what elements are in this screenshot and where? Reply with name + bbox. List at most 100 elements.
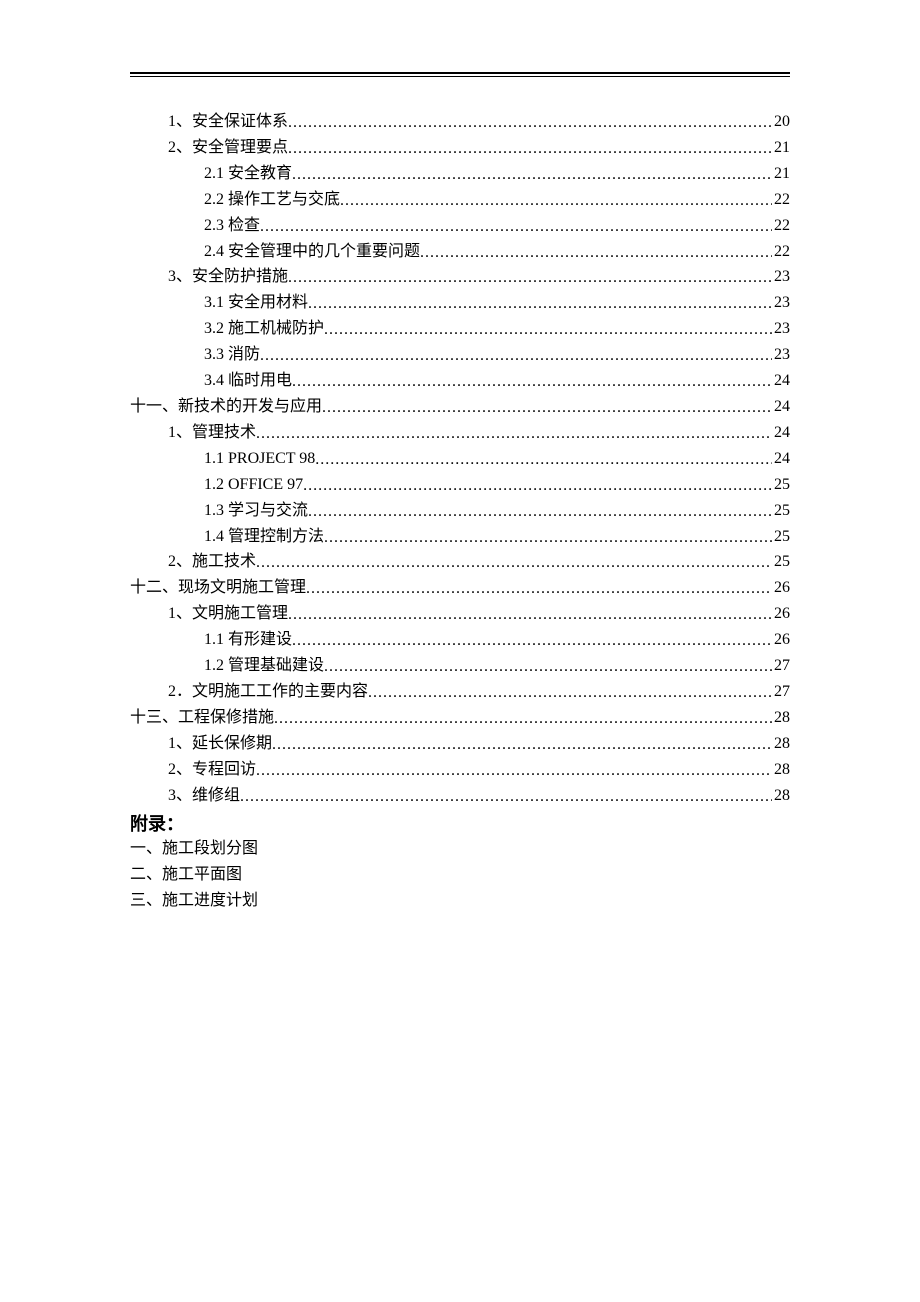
toc-entry-title: 十三、工程保修措施 xyxy=(130,705,274,731)
toc-entry-page: 26 xyxy=(772,575,790,601)
toc-entry-title: 1、安全保证体系 xyxy=(168,109,288,135)
toc-entry-title: 1.2 管理基础建设 xyxy=(204,653,324,679)
toc-entry: 1.2 管理基础建设 27 xyxy=(130,653,790,679)
toc-entry: 1、安全保证体系 20 xyxy=(130,109,790,135)
toc-leader-dots xyxy=(420,240,772,265)
toc-entry-page: 23 xyxy=(772,342,790,368)
toc-leader-dots xyxy=(306,576,772,601)
toc-entry-page: 26 xyxy=(772,627,790,653)
toc-leader-dots xyxy=(256,421,772,446)
toc-leader-dots xyxy=(256,550,772,575)
toc-entry: 3.4 临时用电 24 xyxy=(130,368,790,394)
toc-entry-title: 2．文明施工工作的主要内容 xyxy=(168,679,368,705)
toc-leader-dots xyxy=(340,188,772,213)
toc-leader-dots xyxy=(292,369,772,394)
toc-entry: 1.2 OFFICE 97 25 xyxy=(130,472,790,498)
toc-entry-title: 1、管理技术 xyxy=(168,420,256,446)
appendix-list: 一、施工段划分图二、施工平面图三、施工进度计划 xyxy=(130,836,790,913)
toc-entry-page: 25 xyxy=(772,472,790,498)
toc-entry-page: 21 xyxy=(772,161,790,187)
toc-entry-page: 23 xyxy=(772,264,790,290)
toc-entry: 1、管理技术 24 xyxy=(130,420,790,446)
toc-entry: 2、专程回访28 xyxy=(130,757,790,783)
toc-entry-page: 28 xyxy=(772,757,790,783)
toc-entry: 2.1 安全教育 21 xyxy=(130,161,790,187)
toc-entry: 2、施工技术25 xyxy=(130,549,790,575)
toc-entry: 1.3 学习与交流25 xyxy=(130,498,790,524)
toc-entry-title: 十一、新技术的开发与应用 xyxy=(130,394,322,420)
toc-entry: 3.3 消防 23 xyxy=(130,342,790,368)
appendix-item: 三、施工进度计划 xyxy=(130,888,790,914)
toc-entry-page: 22 xyxy=(772,187,790,213)
toc-leader-dots xyxy=(324,654,772,679)
toc-entry-page: 20 xyxy=(772,109,790,135)
toc-entry: 3.1 安全用材料 23 xyxy=(130,290,790,316)
toc-leader-dots xyxy=(240,784,772,809)
toc-entry-title: 1.2 OFFICE 97 xyxy=(204,472,303,498)
toc-entry: 十一、新技术的开发与应用 24 xyxy=(130,394,790,420)
toc-entry-page: 28 xyxy=(772,731,790,757)
toc-entry-title: 1、文明施工管理 xyxy=(168,601,288,627)
toc-entry: 2.2 操作工艺与交底 22 xyxy=(130,187,790,213)
toc-entry-page: 21 xyxy=(772,135,790,161)
toc-entry-page: 24 xyxy=(772,394,790,420)
toc-leader-dots xyxy=(260,343,772,368)
toc-entry: 1.1 PROJECT 98 24 xyxy=(130,446,790,472)
toc-entry: 2．文明施工工作的主要内容 27 xyxy=(130,679,790,705)
toc-leader-dots xyxy=(272,732,772,757)
toc-entry-title: 2、施工技术 xyxy=(168,549,256,575)
toc-entry-title: 3.4 临时用电 xyxy=(204,368,292,394)
toc-entry: 十二、现场文明施工管理 26 xyxy=(130,575,790,601)
toc-leader-dots xyxy=(308,499,772,524)
toc-entry: 1.1 有形建设 26 xyxy=(130,627,790,653)
toc-entry: 3、维修组28 xyxy=(130,783,790,809)
toc-entry-title: 2.3 检查 xyxy=(204,213,260,239)
toc-entry-page: 26 xyxy=(772,601,790,627)
toc-entry-page: 25 xyxy=(772,498,790,524)
appendix-heading: 附录： xyxy=(130,810,790,836)
toc-entry-page: 27 xyxy=(772,653,790,679)
toc-entry: 2.3 检查 22 xyxy=(130,213,790,239)
toc-entry-page: 27 xyxy=(772,679,790,705)
toc-leader-dots xyxy=(322,395,772,420)
toc-entry-title: 3.3 消防 xyxy=(204,342,260,368)
toc-leader-dots xyxy=(368,680,772,705)
toc-entry-title: 3、安全防护措施 xyxy=(168,264,288,290)
toc-entry-title: 2.1 安全教育 xyxy=(204,161,292,187)
toc-entry-page: 24 xyxy=(772,446,790,472)
toc-entry-page: 24 xyxy=(772,420,790,446)
toc-entry-title: 2.4 安全管理中的几个重要问题 xyxy=(204,239,420,265)
toc-leader-dots xyxy=(256,758,772,783)
toc-entry-title: 2.2 操作工艺与交底 xyxy=(204,187,340,213)
toc-entry-page: 22 xyxy=(772,213,790,239)
toc-leader-dots xyxy=(303,473,772,498)
toc-entry-title: 1、延长保修期 xyxy=(168,731,272,757)
toc-entry: 3.2 施工机械防护 23 xyxy=(130,316,790,342)
toc-entry-page: 23 xyxy=(772,316,790,342)
toc-entry: 1、文明施工管理 26 xyxy=(130,601,790,627)
appendix-item: 一、施工段划分图 xyxy=(130,836,790,862)
toc-leader-dots xyxy=(324,525,772,550)
toc-leader-dots xyxy=(288,110,772,135)
toc-entry-page: 28 xyxy=(772,783,790,809)
toc-leader-dots xyxy=(292,162,772,187)
toc-entry-page: 23 xyxy=(772,290,790,316)
toc-entry-title: 3.2 施工机械防护 xyxy=(204,316,324,342)
toc-entry-title: 十二、现场文明施工管理 xyxy=(130,575,306,601)
toc-entry-title: 1.1 PROJECT 98 xyxy=(204,446,315,472)
toc-leader-dots xyxy=(308,291,772,316)
table-of-contents: 1、安全保证体系202、安全管理要点212.1 安全教育212.2 操作工艺与交… xyxy=(130,109,790,808)
toc-entry-page: 24 xyxy=(772,368,790,394)
toc-leader-dots xyxy=(274,706,772,731)
toc-entry: 2.4 安全管理中的几个重要问题22 xyxy=(130,239,790,265)
toc-leader-dots xyxy=(288,602,772,627)
appendix-item: 二、施工平面图 xyxy=(130,862,790,888)
toc-entry: 1.4 管理控制方法25 xyxy=(130,524,790,550)
toc-entry-page: 28 xyxy=(772,705,790,731)
toc-leader-dots xyxy=(260,214,772,239)
toc-entry-title: 1.1 有形建设 xyxy=(204,627,292,653)
document-page: 1、安全保证体系202、安全管理要点212.1 安全教育212.2 操作工艺与交… xyxy=(0,0,920,963)
toc-entry-title: 3.1 安全用材料 xyxy=(204,290,308,316)
toc-leader-dots xyxy=(315,447,772,472)
toc-entry: 3、安全防护措施 23 xyxy=(130,264,790,290)
